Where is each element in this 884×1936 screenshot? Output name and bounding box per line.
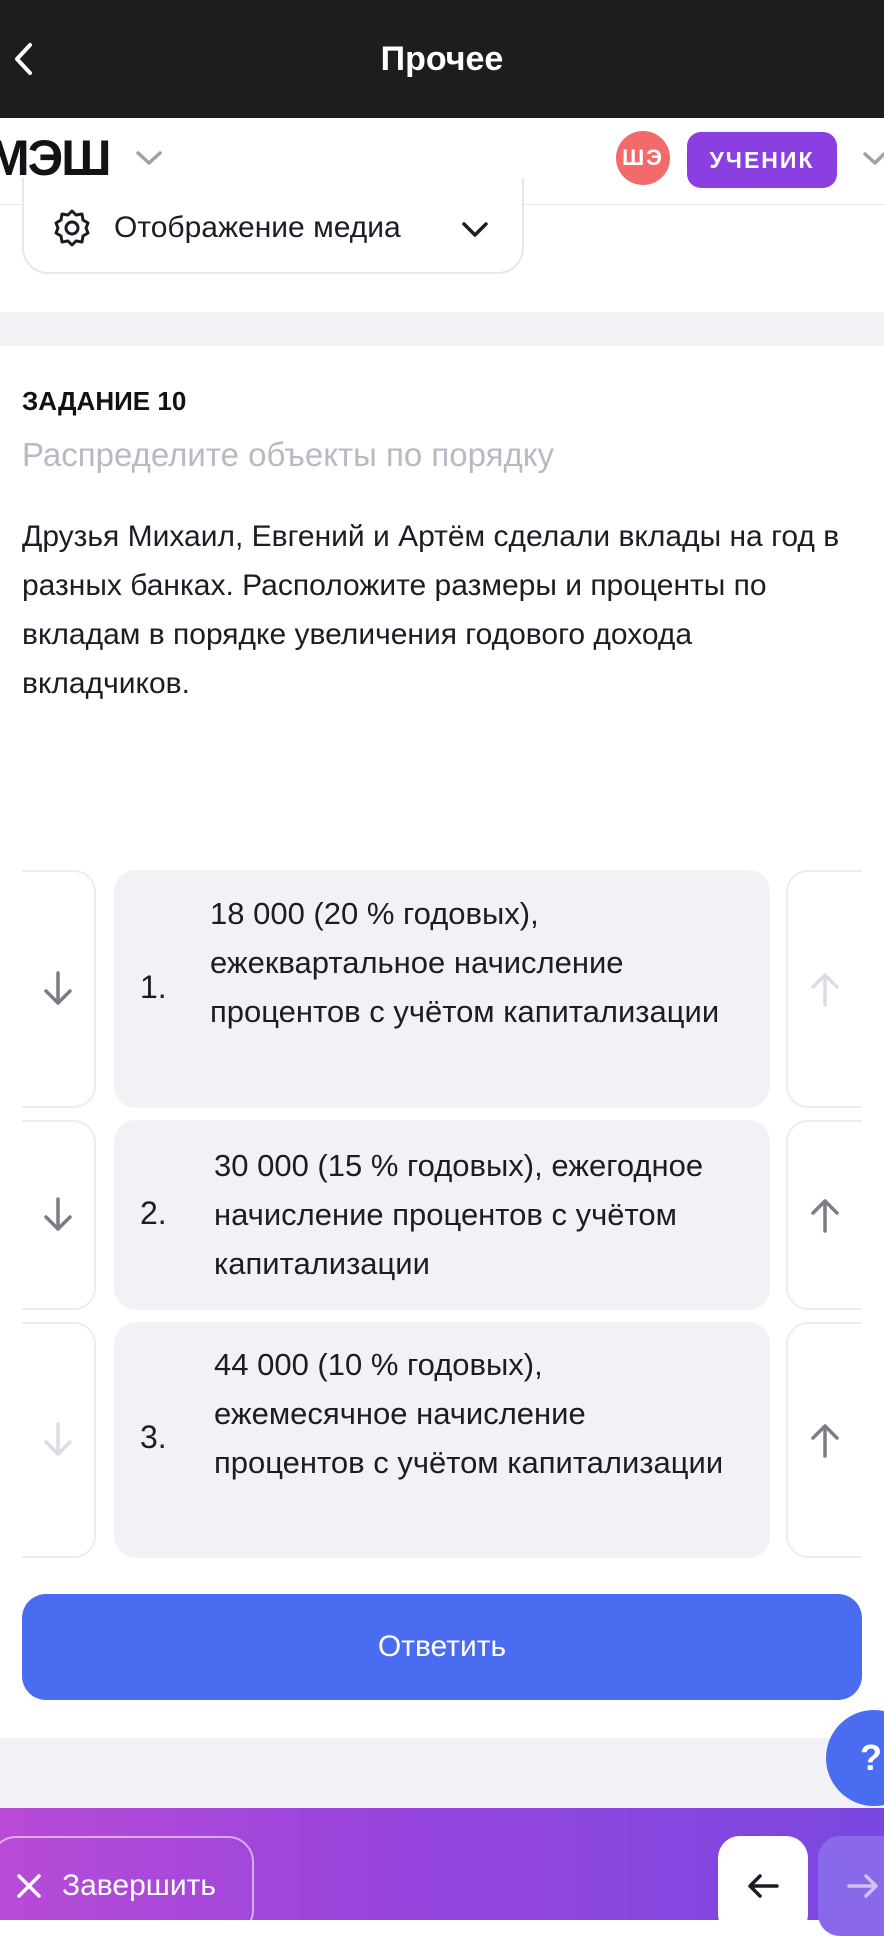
next-button[interactable]: [818, 1836, 884, 1936]
list-item[interactable]: 3. 44 000 (10 % годовых), ежемесячное на…: [114, 1322, 770, 1558]
arrow-left-icon: [748, 1874, 779, 1898]
chevron-down-icon: [136, 151, 162, 165]
item-index: 1.: [140, 969, 167, 1005]
media-dropdown-toggle[interactable]: [460, 220, 490, 245]
task-instruction: Распределите объекты по порядку: [22, 436, 555, 473]
chevron-down-icon: [462, 222, 488, 237]
section-divider: [0, 312, 884, 346]
arrow-up-icon: [811, 1199, 839, 1233]
move-up-button[interactable]: [786, 1322, 862, 1558]
move-up-button[interactable]: [786, 1120, 862, 1310]
item-index: 2.: [140, 1195, 167, 1231]
back-button[interactable]: [4, 34, 44, 84]
arrow-up-icon: [811, 1424, 839, 1458]
item-text: 18 000 (20 % годовых), ежеквартальное на…: [210, 896, 720, 1029]
role-badge[interactable]: УЧЕНИК: [687, 132, 837, 188]
avatar[interactable]: ШЭ: [616, 131, 670, 185]
close-icon: [17, 1874, 41, 1898]
section-divider: [0, 1738, 884, 1808]
arrow-down-icon: [44, 971, 72, 1005]
previous-button[interactable]: [718, 1836, 808, 1936]
move-down-button[interactable]: [22, 1322, 96, 1558]
task-number: ЗАДАНИЕ 10: [22, 386, 187, 416]
item-index: 3.: [140, 1419, 167, 1455]
item-text: 30 000 (15 % годовых), ежегодное начисле…: [214, 1148, 704, 1281]
chevron-left-icon: [15, 43, 32, 75]
role-dropdown[interactable]: [862, 150, 884, 173]
arrow-right-icon: [847, 1874, 878, 1898]
move-down-button[interactable]: [22, 870, 96, 1108]
page-title: Прочее: [380, 39, 504, 78]
task-text: Друзья Михаил, Евгений и Артём сделали в…: [22, 520, 840, 700]
answer-button[interactable]: Ответить: [22, 1594, 862, 1700]
item-text: 44 000 (10 % годовых), ежемесячное начис…: [214, 1347, 724, 1480]
list-item[interactable]: 2. 30 000 (15 % годовых), ежегодное начи…: [114, 1120, 770, 1310]
chevron-down-icon: [863, 152, 884, 165]
logo-dropdown[interactable]: [134, 148, 164, 173]
media-display-label: Отображение медиа: [114, 211, 401, 244]
move-up-button[interactable]: [786, 870, 862, 1108]
list-item[interactable]: 1. 18 000 (20 % годовых), ежеквартальное…: [114, 870, 770, 1108]
gear-icon: [52, 208, 92, 248]
finish-label: Завершить: [62, 1869, 216, 1902]
arrow-down-icon: [44, 1197, 72, 1231]
finish-button[interactable]: Завершить: [0, 1836, 254, 1936]
arrow-up-icon: [811, 973, 839, 1007]
arrow-down-icon: [44, 1422, 72, 1456]
move-down-button[interactable]: [22, 1120, 96, 1310]
